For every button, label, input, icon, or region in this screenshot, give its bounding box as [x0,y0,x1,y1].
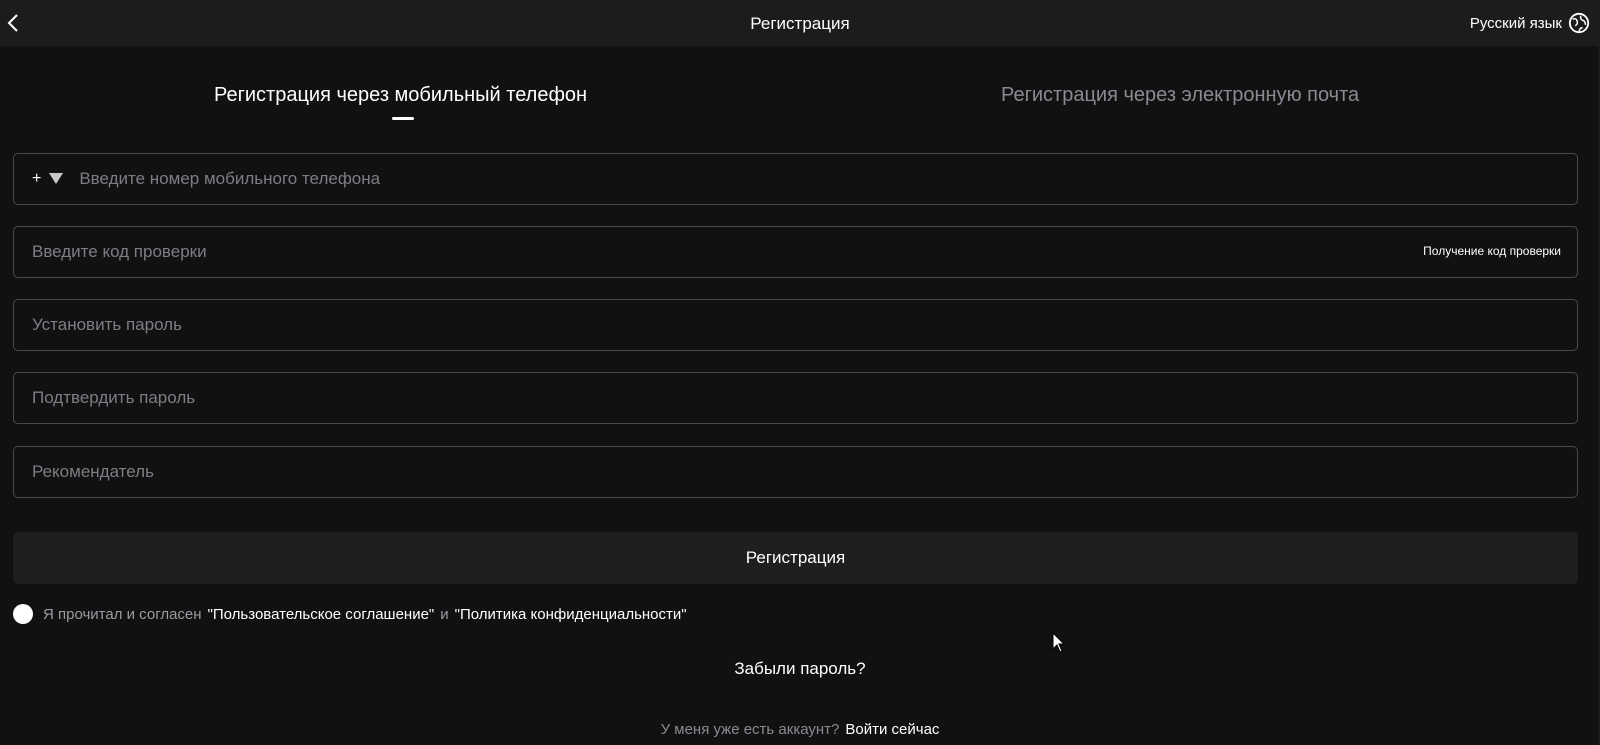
login-prompt-text: У меня уже есть аккаунт? [660,721,840,738]
privacy-link[interactable]: "Политика конфиденциальности" [455,606,687,623]
mouse-cursor-icon [1052,632,1066,653]
tab-phone-registration[interactable]: Регистрация через мобильный телефон [214,84,587,107]
agreement-checkbox[interactable] [13,604,33,624]
agreement-row: Я прочитал и согласен "Пользовательское … [13,604,687,624]
code-placeholder: Введите код проверки [32,242,207,261]
top-bar: Регистрация Русский язык [0,0,1600,46]
login-link[interactable]: Войти сейчас [845,721,939,738]
password-placeholder: Установить пароль [32,315,182,334]
phone-placeholder: Введите номер мобильного телефона [79,169,381,188]
page-title: Регистрация [750,14,850,33]
agreement-and: и [440,605,449,623]
confirm-password-field[interactable]: Подтвердить пароль [13,372,1578,424]
forgot-password-row: Забыли пароль? [0,659,1600,679]
caret-down-icon [49,172,64,184]
tab-email-registration[interactable]: Регистрация через электронную почта [1001,84,1359,107]
registration-tabs: Регистрация через мобильный телефон Реги… [0,84,1600,124]
language-label: Русский язык [1469,14,1562,32]
language-selector[interactable]: Русский язык [1470,12,1590,34]
country-code-selector[interactable]: + [14,170,64,188]
login-prompt-row: У меня уже есть аккаунт? Войти сейчас [0,721,1600,738]
register-button[interactable]: Регистрация [13,532,1578,584]
referrer-field[interactable]: Рекомендатель [13,446,1578,498]
phone-field[interactable]: + Введите номер мобильного телефона [13,153,1578,205]
agreement-text: Я прочитал и согласен [43,605,202,623]
globe-icon [1568,12,1590,34]
referrer-placeholder: Рекомендатель [32,462,154,481]
terms-link[interactable]: "Пользовательское соглашение" [208,606,435,623]
confirm-password-placeholder: Подтвердить пароль [32,388,196,407]
active-tab-indicator [392,117,414,120]
forgot-password-link[interactable]: Забыли пароль? [734,659,865,678]
get-code-button[interactable]: Получение код проверки [1423,244,1561,258]
password-field[interactable]: Установить пароль [13,299,1578,351]
verification-code-field[interactable]: Введите код проверки Получение код прове… [13,226,1578,278]
country-code-prefix: + [32,170,42,187]
